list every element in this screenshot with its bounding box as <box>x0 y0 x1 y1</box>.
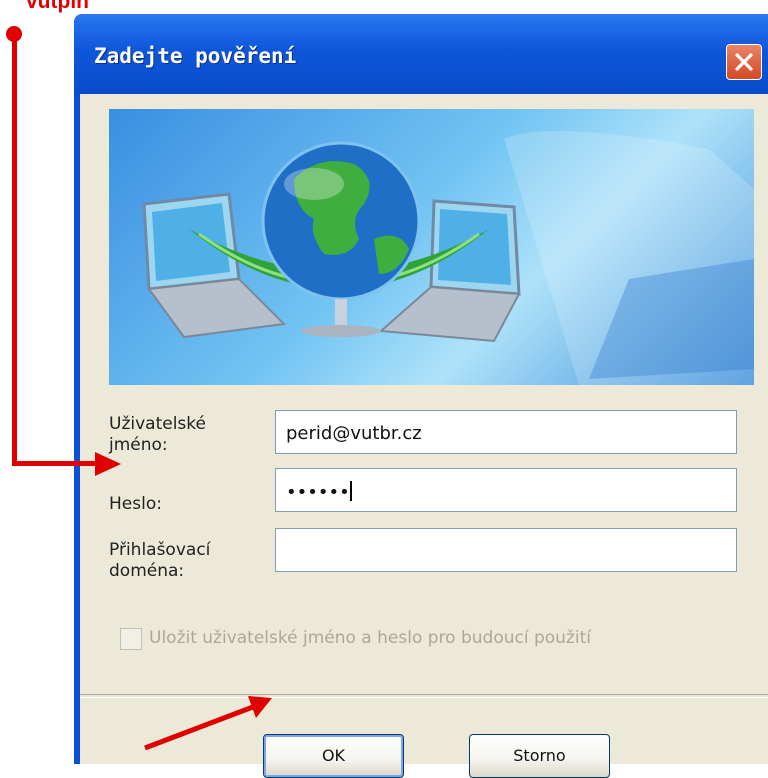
annotation-line-horizontal <box>12 461 100 466</box>
domain-label: Přihlašovací doména: <box>109 540 211 581</box>
password-label: Heslo: <box>109 494 162 514</box>
cancel-button[interactable]: Storno <box>469 734 610 778</box>
password-field[interactable]: •••••• <box>275 468 737 512</box>
annotation-label: vutpin <box>26 0 89 13</box>
title-bar[interactable]: Zadejte pověření <box>74 14 768 94</box>
dialog-title: Zadejte pověření <box>94 44 297 68</box>
close-button[interactable] <box>726 44 762 80</box>
remember-label: Uložit uživatelské jméno a heslo pro bud… <box>149 628 591 648</box>
dialog-body: Uživatelské jméno: perid@vutbr.cz Heslo:… <box>80 94 768 778</box>
annotation-line-vertical <box>12 32 17 466</box>
username-field[interactable]: perid@vutbr.cz <box>275 410 737 454</box>
domain-field[interactable] <box>275 528 737 572</box>
arrow-to-username-icon <box>95 452 121 476</box>
remember-checkbox[interactable] <box>120 628 142 650</box>
password-mask: •••••• <box>286 482 350 503</box>
network-banner <box>109 109 754 385</box>
network-globe-illustration <box>142 131 754 385</box>
arrow-to-ok-icon <box>144 696 272 750</box>
close-icon <box>735 53 753 71</box>
username-label: Uživatelské jméno: <box>109 414 206 455</box>
credentials-dialog: Zadejte pověření Uživatelské jméno: peri… <box>74 14 768 778</box>
ok-button[interactable]: OK <box>263 734 404 778</box>
text-caret <box>349 481 352 501</box>
